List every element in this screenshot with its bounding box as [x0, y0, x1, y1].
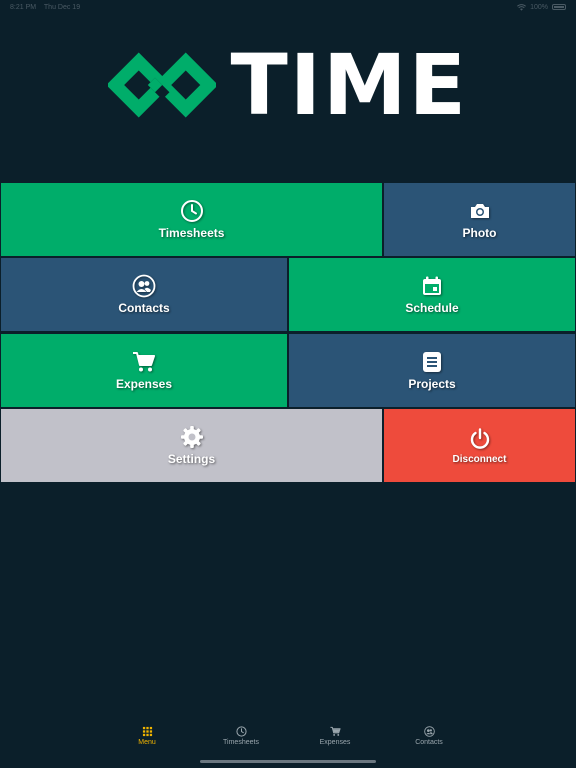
- tab-menu[interactable]: Menu: [100, 716, 194, 768]
- app-screen: 8:21 PM Thu Dec 19 100% TIME Timesheets …: [0, 0, 576, 768]
- status-time: 8:21 PM: [10, 3, 37, 11]
- disconnect-label: Disconnect: [452, 453, 507, 465]
- wifi-icon: [517, 3, 527, 11]
- battery-icon: [552, 4, 566, 10]
- tab-contacts[interactable]: Contacts: [382, 716, 476, 768]
- calendar-icon: [423, 276, 441, 295]
- cart-icon: [329, 726, 341, 736]
- contacts-icon: [132, 274, 156, 298]
- settings-label: Settings: [167, 452, 216, 466]
- expenses-label: Expenses: [115, 377, 173, 391]
- cart-icon: [133, 352, 155, 372]
- status-right: 100%: [517, 4, 566, 11]
- photo-label: Photo: [462, 226, 497, 240]
- contacts-tile[interactable]: Contacts: [1, 258, 287, 331]
- gear-icon: [180, 426, 203, 448]
- logo-wordmark: TIME: [230, 36, 468, 134]
- home-indicator: [200, 760, 376, 763]
- camera-icon: [470, 204, 489, 218]
- tab-timesheets-label: Timesheets: [223, 739, 259, 746]
- contacts-icon: [423, 726, 435, 737]
- infinity-logo-icon: [108, 52, 217, 118]
- photo-tile[interactable]: Photo: [384, 183, 575, 256]
- projects-tile[interactable]: Projects: [289, 334, 575, 407]
- projects-label: Projects: [408, 377, 456, 391]
- status-date: Thu Dec 19: [43, 3, 81, 11]
- clock-icon: [180, 200, 203, 222]
- schedule-label: Schedule: [405, 301, 459, 315]
- clock-icon: [235, 726, 247, 737]
- timesheets-tile[interactable]: Timesheets: [1, 183, 382, 256]
- disconnect-tile[interactable]: Disconnect: [384, 409, 575, 482]
- schedule-tile[interactable]: Schedule: [289, 258, 575, 331]
- tab-expenses-label: Expenses: [319, 739, 351, 746]
- document-icon: [423, 352, 441, 372]
- settings-tile[interactable]: Settings: [1, 409, 382, 482]
- battery-percent: 100%: [530, 3, 548, 11]
- timesheets-label: Timesheets: [158, 226, 225, 240]
- status-bar: 8:21 PM Thu Dec 19 100%: [0, 0, 576, 14]
- expenses-tile[interactable]: Expenses: [1, 334, 287, 407]
- contacts-label: Contacts: [118, 301, 170, 315]
- power-icon: [470, 427, 489, 449]
- tab-contacts-label: Contacts: [415, 739, 443, 746]
- status-left: 8:21 PM Thu Dec 19: [10, 4, 86, 11]
- grid-icon: [142, 726, 152, 737]
- app-logo: TIME: [108, 36, 468, 134]
- tab-menu-label: Menu: [138, 739, 156, 746]
